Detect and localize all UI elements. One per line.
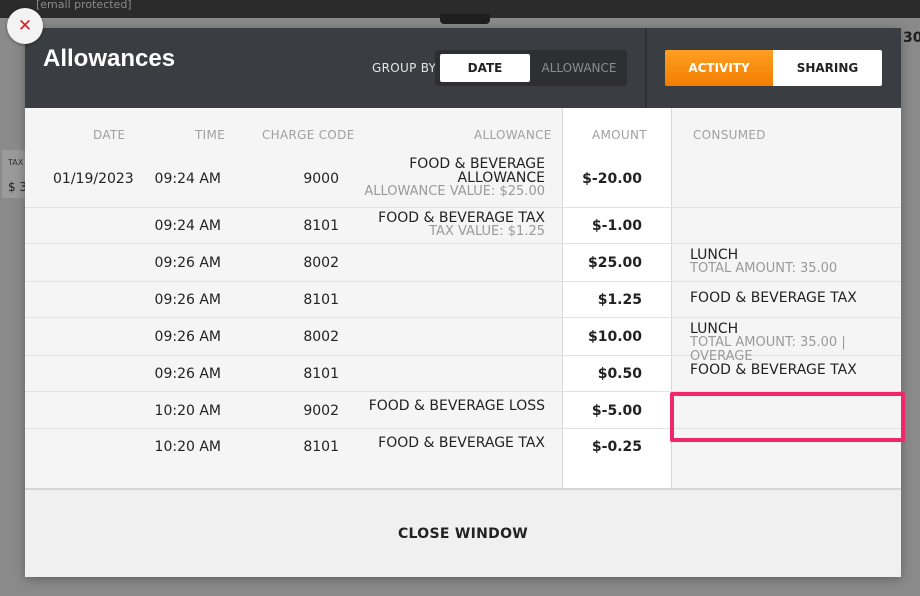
allowance-name: FOOD & BEVERAGE — [409, 156, 545, 172]
row-charge-code: 8101 — [303, 218, 339, 234]
row-amount: $0.50 — [597, 366, 642, 382]
overage-highlight-box — [670, 392, 905, 442]
allowances-modal: Allowances GROUP BY DATE ALLOWANCE ACTIV… — [25, 28, 905, 577]
background-account-email: [email protected] — [36, 0, 132, 11]
background-header-number: 30 — [903, 30, 920, 46]
consumed-name: FOOD & BEVERAGE TAX — [690, 290, 857, 306]
row-time: 09:24 AM — [154, 171, 221, 187]
modal-title: Allowances — [43, 45, 176, 72]
row-amount: $-20.00 — [582, 171, 642, 187]
row-charge-code: 8002 — [303, 329, 339, 345]
column-header-date: DATE — [93, 128, 126, 142]
consumed-name: FOOD & BEVERAGE TAX — [690, 362, 857, 378]
row-consumed: FOOD & BEVERAGE TAX — [690, 291, 857, 305]
allowance-value: TAX VALUE: $1.25 — [429, 224, 545, 239]
group-by-toggle: DATE ALLOWANCE — [435, 50, 627, 86]
row-charge-code: 9002 — [303, 403, 339, 419]
column-header-time: TIME — [195, 128, 226, 142]
row-time: 09:26 AM — [154, 329, 221, 345]
row-time: 09:26 AM — [154, 255, 221, 271]
row-consumed: FOOD & BEVERAGE TAX — [690, 363, 857, 377]
modal-header: Allowances GROUP BY DATE ALLOWANCE ACTIV… — [25, 28, 901, 108]
row-amount: $-0.25 — [591, 439, 642, 455]
activity-tab[interactable]: ACTIVITY — [665, 50, 773, 86]
allowances-table: DATE TIME CHARGE CODE ALLOWANCE AMOUNT C… — [25, 108, 905, 488]
allowance-name: FOOD & BEVERAGE LOSS — [368, 398, 545, 414]
close-modal-button[interactable]: ✕ — [7, 8, 43, 44]
row-time: 10:20 AM — [154, 439, 221, 455]
column-header-consumed: CONSUMED — [693, 128, 766, 142]
row-allowance: FOOD & BEVERAGE LOSS — [369, 399, 545, 413]
group-by-label: GROUP BY — [372, 61, 437, 75]
row-amount: $-5.00 — [591, 403, 642, 419]
group-by-date-option[interactable]: DATE — [440, 54, 530, 82]
table-row: 09:26 AM 8002 $25.00 LUNCH TOTAL AMOUNT:… — [25, 244, 901, 282]
row-time: 09:26 AM — [154, 366, 221, 382]
table-header: DATE TIME CHARGE CODE ALLOWANCE AMOUNT C… — [25, 128, 901, 144]
table-row: 09:26 AM 8101 $1.25 FOOD & BEVERAGE TAX — [25, 282, 901, 318]
allowance-value: ALLOWANCE VALUE: $25.00 — [364, 184, 545, 199]
row-charge-code: 8002 — [303, 255, 339, 271]
row-time: 10:20 AM — [154, 403, 221, 419]
allowance-name: FOOD & BEVERAGE TAX — [378, 435, 545, 451]
modal-footer: CLOSE WINDOW — [25, 488, 901, 577]
group-by-allowance-option[interactable]: ALLOWANCE — [535, 54, 623, 82]
row-amount: $10.00 — [587, 329, 642, 345]
row-charge-code: 9000 — [303, 171, 339, 187]
row-charge-code: 8101 — [303, 366, 339, 382]
row-charge-code: 8101 — [303, 439, 339, 455]
row-time: 09:26 AM — [154, 292, 221, 308]
table-row: 01/19/2023 09:24 AM 9000 FOOD & BEVERAGE… — [25, 150, 901, 208]
column-header-amount: AMOUNT — [592, 128, 647, 142]
row-date: 01/19/2023 — [53, 171, 134, 187]
consumed-name: LUNCH — [690, 247, 739, 263]
background-tab-handle — [440, 14, 490, 24]
row-allowance: FOOD & BEVERAGE TAX — [378, 436, 545, 450]
row-time: 09:24 AM — [154, 218, 221, 234]
sharing-tab[interactable]: SHARING — [773, 50, 882, 86]
row-consumed: LUNCH TOTAL AMOUNT: 35.00 — [690, 248, 837, 276]
row-allowance: FOOD & BEVERAGE ALLOWANCE ALLOWANCE VALU… — [364, 157, 545, 199]
allowance-name-cont: ALLOWANCE — [457, 170, 545, 186]
row-amount: $-1.00 — [591, 218, 642, 234]
consumed-detail: TOTAL AMOUNT: 35.00 — [690, 261, 838, 276]
table-row: 09:24 AM 8101 FOOD & BEVERAGE TAX TAX VA… — [25, 208, 901, 244]
column-header-allowance: ALLOWANCE — [474, 128, 552, 142]
allowance-name: FOOD & BEVERAGE TAX — [378, 210, 545, 226]
close-window-button[interactable]: CLOSE WINDOW — [398, 526, 528, 542]
consumed-name: LUNCH — [690, 321, 739, 337]
column-header-charge-code: CHARGE CODE — [262, 128, 355, 142]
close-icon: ✕ — [17, 15, 33, 36]
row-amount: $25.00 — [587, 255, 642, 271]
header-divider — [645, 28, 647, 108]
row-amount: $1.25 — [597, 292, 642, 308]
table-row: 09:26 AM 8101 $0.50 FOOD & BEVERAGE TAX — [25, 356, 901, 392]
background-tax-label: TAX — [8, 158, 24, 167]
table-row: 09:26 AM 8002 $10.00 LUNCH TOTAL AMOUNT:… — [25, 318, 901, 364]
row-allowance: FOOD & BEVERAGE TAX TAX VALUE: $1.25 — [378, 211, 545, 239]
row-charge-code: 8101 — [303, 292, 339, 308]
